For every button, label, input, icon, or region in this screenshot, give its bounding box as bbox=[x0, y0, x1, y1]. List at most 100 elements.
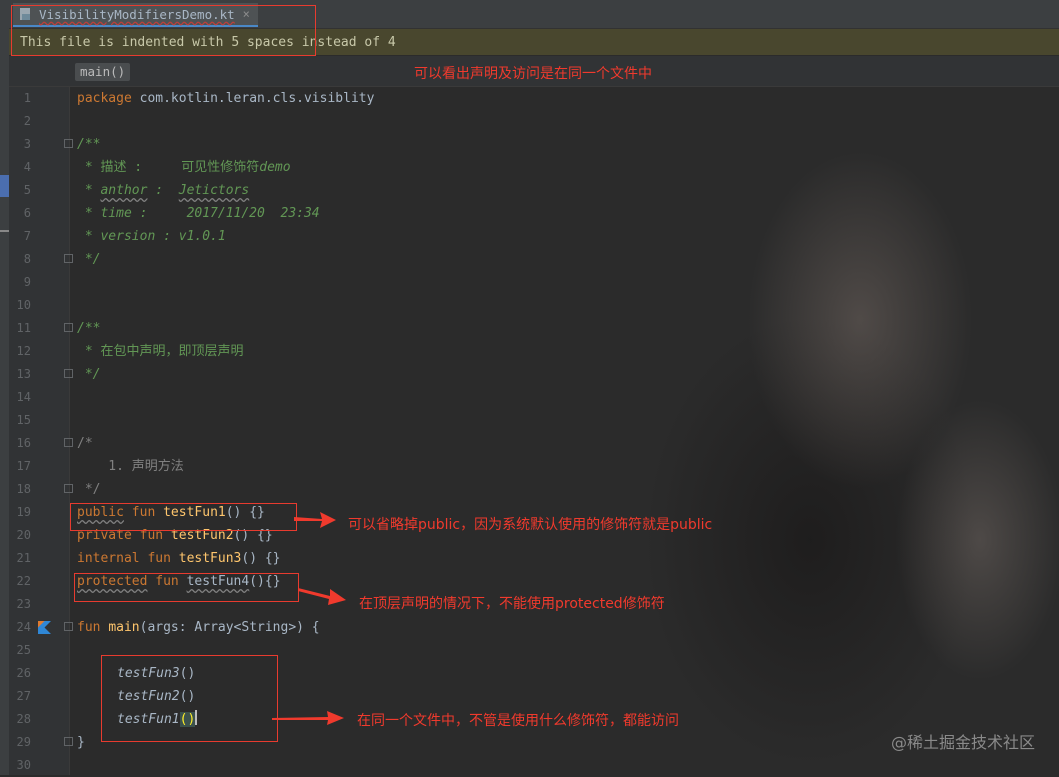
line-number: 28 bbox=[16, 712, 31, 726]
code-line: 12 * 在包中声明，即顶层声明 bbox=[0, 340, 1059, 363]
tab-filename: VisibilityModifiersDemo.kt bbox=[39, 6, 235, 22]
code-text: () {} bbox=[233, 528, 273, 543]
code-line: 11 /** bbox=[0, 317, 1059, 340]
annotation-protected: 在顶层声明的情况下，不能使用protected修饰符 bbox=[359, 596, 665, 612]
fold-icon[interactable] bbox=[64, 369, 73, 378]
comment: * time : 2017/11/20 23:34 bbox=[77, 206, 320, 221]
line-number: 26 bbox=[16, 666, 31, 680]
matched-paren: ) bbox=[187, 712, 196, 727]
line-number: 12 bbox=[16, 344, 31, 358]
line-number: 8 bbox=[23, 252, 31, 266]
line-number: 24 bbox=[16, 620, 31, 634]
line-number: 30 bbox=[16, 758, 31, 772]
code-line: 9 bbox=[0, 271, 1059, 294]
line-number: 18 bbox=[16, 482, 31, 496]
function-name: testFun3 bbox=[178, 551, 242, 566]
fold-icon[interactable] bbox=[64, 438, 73, 447]
function-name: main bbox=[108, 620, 140, 635]
fold-icon[interactable] bbox=[64, 139, 73, 148]
notice-text: This file is indented with 5 spaces inst… bbox=[20, 34, 396, 50]
comment: anthor bbox=[100, 183, 148, 198]
close-icon[interactable]: × bbox=[243, 7, 250, 21]
line-number: 1 bbox=[23, 91, 31, 105]
keyword: fun bbox=[123, 505, 164, 520]
keyword: package bbox=[77, 91, 132, 106]
run-kotlin-icon[interactable] bbox=[38, 621, 51, 634]
comment: Jetictors bbox=[178, 183, 250, 198]
code-line: 14 bbox=[0, 386, 1059, 409]
code-line: 3 /** bbox=[0, 133, 1059, 156]
comment: /* bbox=[77, 436, 93, 451]
line-number: 2 bbox=[23, 114, 31, 128]
code-line: 26 testFun3() bbox=[0, 662, 1059, 685]
code-line: 6 * time : 2017/11/20 23:34 bbox=[0, 202, 1059, 225]
code-line: 5 * anthor : Jetictors bbox=[0, 179, 1059, 202]
line-number: 10 bbox=[16, 298, 31, 312]
editor-tab-bar: VisibilityModifiersDemo.kt × bbox=[9, 0, 1059, 29]
code-line: 18 */ bbox=[0, 478, 1059, 501]
code-line: 22 protected fun testFun4(){} bbox=[0, 570, 1059, 593]
arrow-icon bbox=[298, 588, 346, 605]
comment: demo bbox=[259, 160, 291, 175]
line-number: 23 bbox=[16, 597, 31, 611]
line-number: 16 bbox=[16, 436, 31, 450]
annotation-top: 可以看出声明及访问是在同一个文件中 bbox=[414, 66, 652, 82]
comment: 1. 声明方法 bbox=[77, 459, 184, 474]
code-text: () {} bbox=[225, 505, 265, 520]
line-number: 20 bbox=[16, 528, 31, 542]
code-line: 7 * version : v1.0.1 bbox=[0, 225, 1059, 248]
line-number: 25 bbox=[16, 643, 31, 657]
function-call: testFun1 bbox=[117, 712, 180, 727]
keyword: public bbox=[77, 505, 124, 520]
line-number: 4 bbox=[23, 160, 31, 174]
kotlin-file-icon bbox=[20, 8, 30, 20]
comment: * version : v1.0.1 bbox=[77, 229, 226, 244]
comment: * 描述 : 可见性修饰符 bbox=[77, 160, 260, 175]
fold-icon[interactable] bbox=[64, 622, 73, 631]
code-text: () bbox=[179, 689, 196, 704]
code-line: 4 * 描述 : 可见性修饰符demo bbox=[0, 156, 1059, 179]
fold-icon[interactable] bbox=[64, 737, 73, 746]
fold-icon[interactable] bbox=[64, 323, 73, 332]
comment: * bbox=[77, 183, 101, 198]
keyword: protected bbox=[77, 574, 148, 589]
keyword: internal fun bbox=[77, 551, 179, 566]
code-line: 1 package com.kotlin.leran.cls.visiblity bbox=[0, 87, 1059, 110]
keyword: fun bbox=[77, 620, 109, 635]
code-text: } bbox=[77, 735, 85, 750]
indentation-notice: This file is indented with 5 spaces inst… bbox=[9, 29, 1059, 55]
fold-icon[interactable] bbox=[64, 484, 73, 493]
function-call: testFun2 bbox=[117, 689, 180, 704]
fold-icon[interactable] bbox=[64, 254, 73, 263]
line-number: 19 bbox=[16, 505, 31, 519]
line-number: 17 bbox=[16, 459, 31, 473]
keyword: private fun bbox=[77, 528, 171, 543]
code-line: 15 bbox=[0, 409, 1059, 432]
comment: * 在包中声明，即顶层声明 bbox=[77, 344, 244, 359]
code-text: () bbox=[179, 666, 196, 681]
code-line: 10 bbox=[0, 294, 1059, 317]
code-text: (){} bbox=[249, 574, 281, 589]
code-line: 13 */ bbox=[0, 363, 1059, 386]
function-call: testFun3 bbox=[117, 666, 180, 681]
line-number: 5 bbox=[23, 183, 31, 197]
function-name: testFun4 bbox=[186, 574, 250, 589]
line-number: 11 bbox=[16, 321, 31, 335]
line-number: 9 bbox=[23, 275, 31, 289]
code-text: () {} bbox=[241, 551, 281, 566]
comment: */ bbox=[77, 482, 101, 497]
breadcrumb-main[interactable]: main() bbox=[75, 63, 131, 81]
function-name: testFun1 bbox=[163, 505, 226, 520]
editor-tab[interactable]: VisibilityModifiersDemo.kt × bbox=[13, 3, 258, 27]
comment: */ bbox=[77, 252, 101, 267]
line-number: 3 bbox=[23, 137, 31, 151]
text-caret bbox=[195, 710, 197, 725]
code-line: 16 /* bbox=[0, 432, 1059, 455]
line-number: 13 bbox=[16, 367, 31, 381]
line-number: 14 bbox=[16, 390, 31, 404]
function-name: testFun2 bbox=[170, 528, 234, 543]
comment: : bbox=[147, 183, 179, 198]
code-line: 8 */ bbox=[0, 248, 1059, 271]
watermark: @稀土掘金技术社区 bbox=[890, 733, 1035, 752]
code-line: 2 bbox=[0, 110, 1059, 133]
